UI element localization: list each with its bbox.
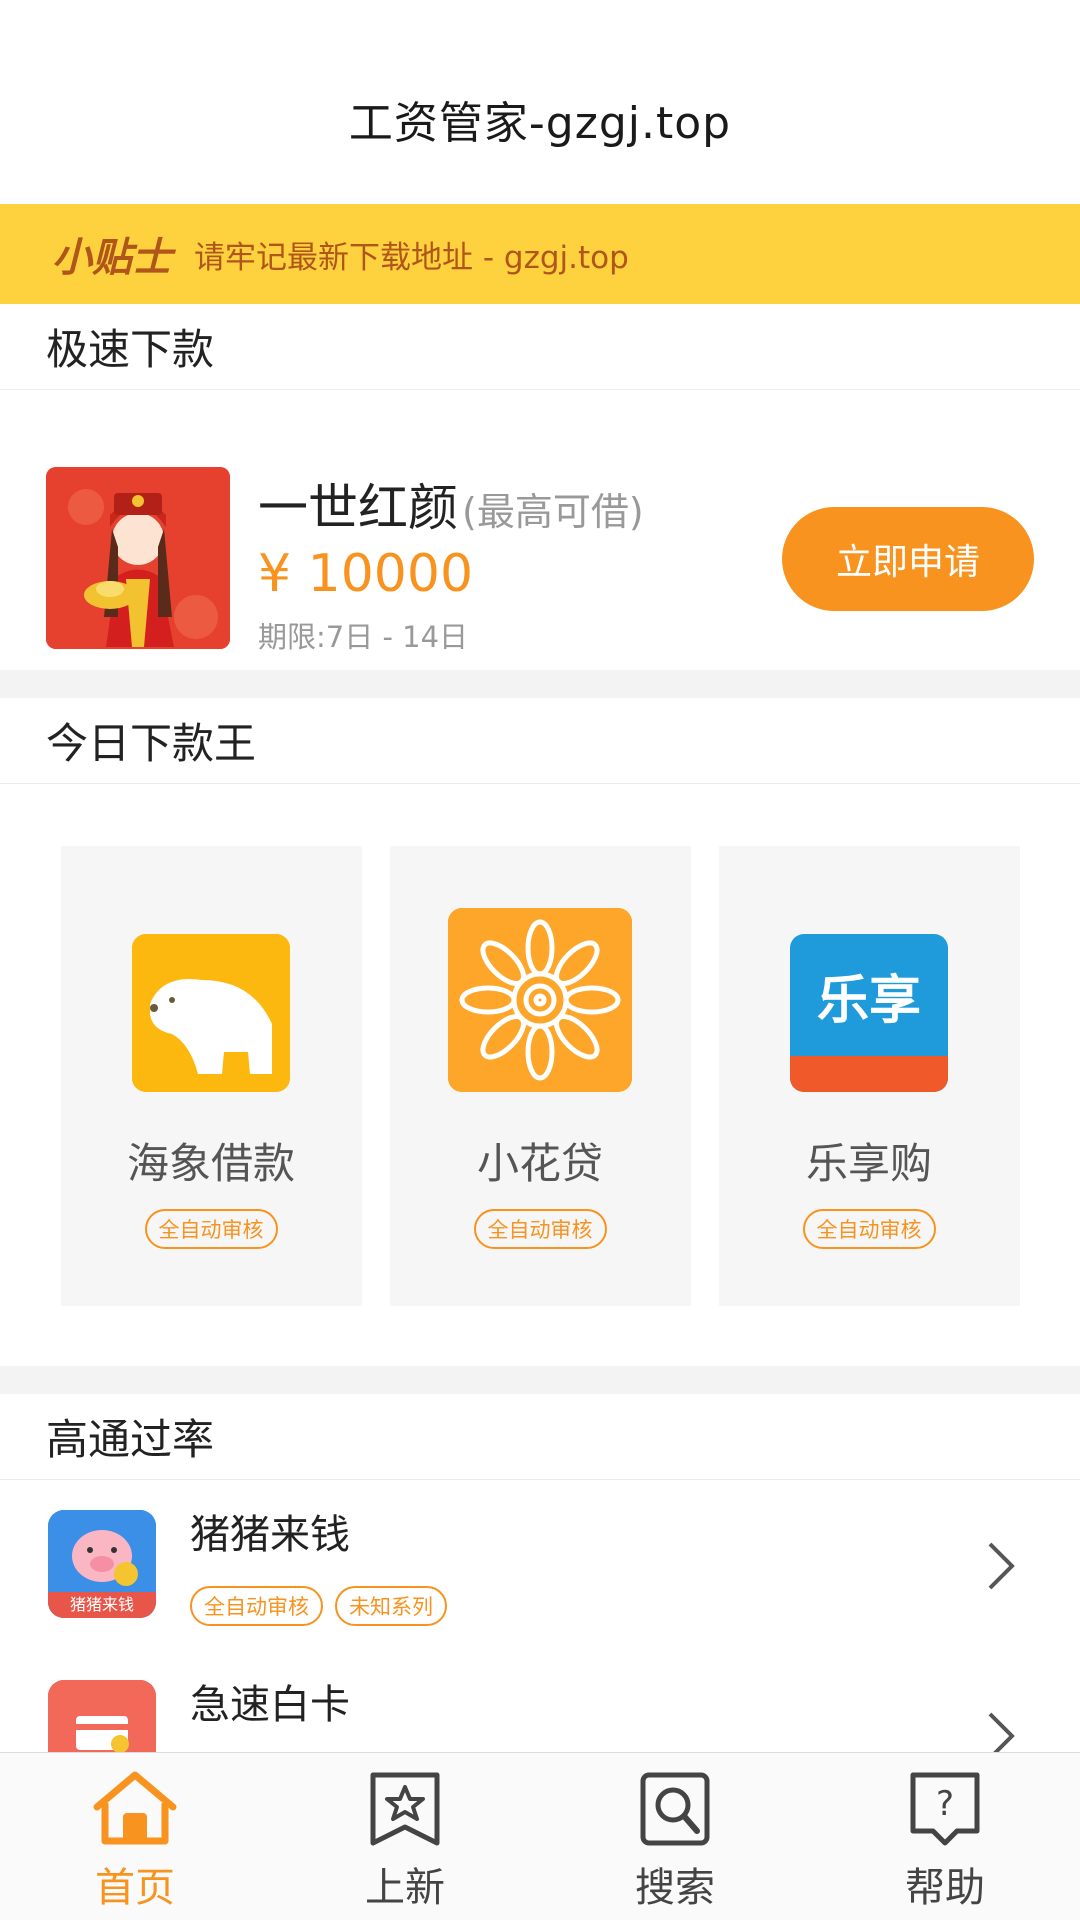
tip-message: 请牢记最新下载地址 - gzgj.top <box>194 239 629 276</box>
bookmark-star-icon <box>370 1772 440 1846</box>
list-item-badge: 全自动审核 <box>190 1586 323 1626</box>
help-icon: ? <box>910 1772 980 1846</box>
lexiang-logo-icon: 乐享 <box>790 934 948 1092</box>
card-item[interactable]: 乐享 乐享购 全自动审核 <box>718 846 1020 1306</box>
section-divider <box>0 670 1080 698</box>
home-icon <box>93 1771 177 1845</box>
card-app-name: 乐享购 <box>805 1139 932 1188</box>
featured-term: 期限:7日 - 14日 <box>258 620 469 654</box>
today-cards: 海象借款 全自动审核 小花贷 全自动审核 乐享 乐享购 全自动审核 <box>0 784 1080 1366</box>
section-title-high: 高通过率 <box>0 1394 1080 1480</box>
card-item[interactable]: 小花贷 全自动审核 <box>389 846 691 1306</box>
list-item-name: 急速白卡 <box>190 1682 350 1728</box>
polar-bear-icon <box>132 934 290 1092</box>
tab-home[interactable]: 首页 <box>0 1753 270 1920</box>
list-item-badges: 全自动审核 未知系列 <box>190 1586 447 1626</box>
card-badge: 全自动审核 <box>144 1209 278 1249</box>
featured-loan-card[interactable]: 一世红颜 (最高可借) ¥ 10000 期限:7日 - 14日 立即申请 <box>0 390 1080 670</box>
tab-label: 上新 <box>365 1865 445 1911</box>
section-divider <box>0 1366 1080 1394</box>
tab-help[interactable]: ? 帮助 <box>810 1753 1080 1920</box>
tip-banner: 小贴士 请牢记最新下载地址 - gzgj.top <box>0 204 1080 304</box>
search-icon <box>640 1772 710 1846</box>
card-app-name: 海象借款 <box>126 1139 295 1188</box>
tab-label: 帮助 <box>905 1865 985 1911</box>
tab-label: 搜索 <box>635 1865 715 1911</box>
tab-new[interactable]: 上新 <box>270 1753 540 1920</box>
section-title-today: 今日下款王 <box>0 698 1080 784</box>
featured-amount: ¥ 10000 <box>258 544 474 604</box>
section-title-fast: 极速下款 <box>0 304 1080 390</box>
tab-search[interactable]: 搜索 <box>540 1753 810 1920</box>
featured-subtitle: (最高可借) <box>462 490 644 534</box>
card-badge: 全自动审核 <box>802 1209 936 1249</box>
card-badge: 全自动审核 <box>473 1209 607 1249</box>
list-item-badge: 未知系列 <box>335 1586 447 1626</box>
list-item-name: 猪猪来钱 <box>190 1512 350 1558</box>
featured-thumbnail <box>46 467 230 649</box>
apply-button[interactable]: 立即申请 <box>782 507 1034 611</box>
tab-label: 首页 <box>95 1865 175 1911</box>
tip-tag: 小贴士 <box>52 235 172 281</box>
sun-flower-icon <box>448 908 632 1092</box>
pig-icon: 猪猪来钱 <box>48 1510 156 1618</box>
chevron-right-icon <box>988 1542 1015 1590</box>
card-app-name: 小花贷 <box>476 1139 603 1188</box>
svg-text:?: ? <box>936 1784 954 1824</box>
bottom-tab-bar: 首页 上新 搜索 ? 帮助 <box>0 1752 1080 1920</box>
pig-icon-caption: 猪猪来钱 <box>69 1595 134 1614</box>
list-item[interactable]: 猪猪来钱 猪猪来钱 全自动审核 未知系列 <box>0 1480 1080 1650</box>
featured-info: 一世红颜 (最高可借) ¥ 10000 期限:7日 - 14日 <box>258 468 644 656</box>
featured-name: 一世红颜 <box>258 479 458 537</box>
page-title: 工资管家-gzgj.top <box>348 98 732 149</box>
app-header: 工资管家-gzgj.top <box>0 0 1080 204</box>
card-item[interactable]: 海象借款 全自动审核 <box>60 846 362 1306</box>
